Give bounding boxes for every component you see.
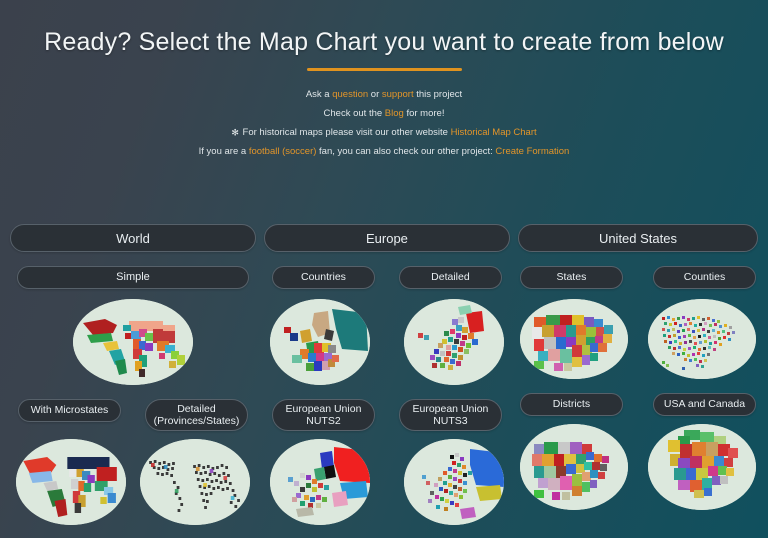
- intro-line-blog: Check out the Blog for more!: [0, 104, 768, 123]
- usa-canada-map[interactable]: [648, 424, 756, 510]
- row-europe-thumbs-2: [264, 439, 510, 525]
- button-europe-countries[interactable]: Countries: [271, 266, 375, 289]
- intro-links: Ask a question or support this project C…: [0, 85, 768, 161]
- section-header-world[interactable]: World: [10, 224, 256, 252]
- row-europe-thumbs-1: [264, 299, 510, 385]
- intro-line-football: If you are a football (soccer) fan, you …: [0, 142, 768, 161]
- blog-link[interactable]: Blog: [385, 108, 404, 119]
- us-states-map[interactable]: [519, 299, 628, 379]
- column-europe: Europe Countries Detailed European Union…: [260, 224, 514, 525]
- us-counties-map[interactable]: [648, 299, 756, 379]
- question-link[interactable]: question: [332, 89, 368, 100]
- page-title: Ready? Select the Map Chart you want to …: [44, 28, 724, 56]
- row-us-thumbs-2: [518, 424, 758, 510]
- intro-text: Check out the: [323, 108, 385, 119]
- europe-detailed-map[interactable]: [403, 299, 504, 385]
- button-europe-nuts2[interactable]: European Union NUTS2: [271, 399, 375, 431]
- intro-line-question: Ask a question or support this project: [0, 85, 768, 104]
- title-underline: [306, 68, 462, 71]
- button-usa-and-canada[interactable]: USA and Canada: [653, 393, 756, 416]
- row-us-thumbs-1: [518, 299, 758, 379]
- historical-map-chart-link[interactable]: Historical Map Chart: [451, 127, 537, 138]
- button-world-detailed-provinces[interactable]: Detailed (Provinces/States): [144, 399, 248, 431]
- intro-line-historical: ✻ For historical maps please visit our o…: [0, 123, 768, 142]
- europe-nuts2-map[interactable]: [269, 439, 370, 525]
- support-link[interactable]: support: [382, 89, 414, 100]
- europe-nuts3-map[interactable]: [403, 439, 504, 525]
- create-formation-link[interactable]: Create Formation: [495, 146, 569, 157]
- button-us-counties[interactable]: Counties: [653, 266, 756, 289]
- world-simple-map[interactable]: [72, 299, 193, 385]
- section-header-united-states[interactable]: United States: [517, 224, 758, 252]
- page-header: Ready? Select the Map Chart you want to …: [0, 0, 768, 71]
- column-united-states: United States States Counties Districts …: [514, 224, 762, 525]
- intro-text: fan, you can also check our other projec…: [316, 146, 496, 157]
- intro-text: for more!: [403, 108, 445, 119]
- button-world-with-microstates[interactable]: With Microstates: [18, 399, 121, 422]
- intro-text: Ask a: [305, 89, 333, 100]
- world-detailed-map[interactable]: [139, 439, 250, 525]
- button-europe-detailed[interactable]: Detailed: [398, 266, 502, 289]
- intro-text: this project: [413, 89, 463, 100]
- intro-text: If you are a: [198, 146, 249, 157]
- button-europe-nuts3[interactable]: European Union NUTS3: [398, 399, 502, 431]
- row-world-detailed-thumbs: [10, 439, 256, 525]
- button-world-simple[interactable]: Simple: [16, 266, 249, 289]
- row-world-detailed-buttons: With Microstates Detailed (Provinces/Sta…: [10, 399, 256, 431]
- row-europe-buttons-1: Countries Detailed: [264, 266, 510, 289]
- football-link[interactable]: football (soccer): [249, 146, 317, 157]
- section-header-europe[interactable]: Europe: [263, 224, 510, 252]
- row-us-buttons-1: States Counties: [518, 266, 758, 289]
- button-us-states[interactable]: States: [519, 266, 623, 289]
- column-world: World Simple With Microstates Detailed (…: [6, 224, 260, 525]
- us-districts-map[interactable]: [519, 424, 628, 510]
- button-us-districts[interactable]: Districts: [519, 393, 623, 416]
- intro-text: For historical maps please visit our oth…: [239, 127, 451, 138]
- map-chart-columns: World Simple With Microstates Detailed (…: [0, 224, 768, 525]
- intro-text: or: [368, 89, 382, 100]
- star-icon: ✻: [231, 127, 239, 138]
- row-europe-buttons-2: European Union NUTS2 European Union NUTS…: [264, 399, 510, 431]
- world-microstates-map[interactable]: [16, 439, 126, 525]
- row-us-buttons-2: Districts USA and Canada: [518, 393, 758, 416]
- europe-countries-map[interactable]: [269, 299, 370, 385]
